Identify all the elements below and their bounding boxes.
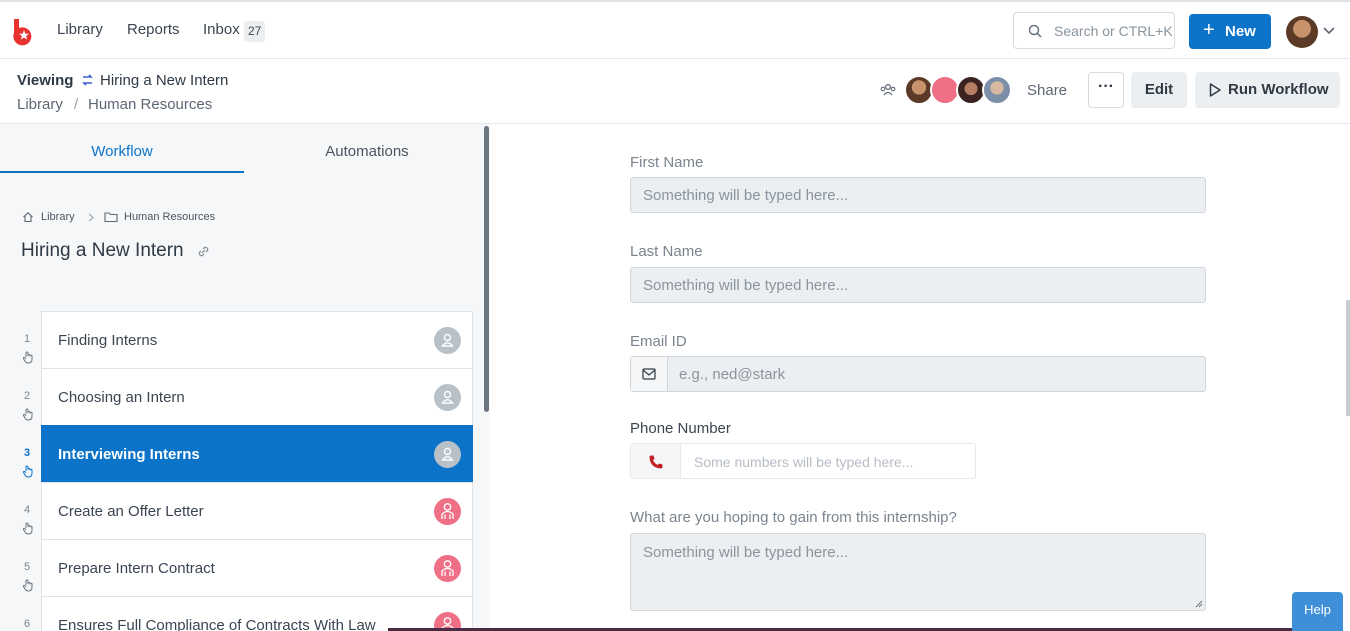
- step-label: Interviewing Interns: [58, 446, 200, 463]
- workflow-header: Viewing Hiring a New Intern Library / Hu…: [0, 59, 1350, 124]
- last-name-placeholder: Something will be typed here...: [643, 277, 849, 294]
- plus-icon: +: [1203, 19, 1215, 41]
- phone-icon: [649, 455, 663, 469]
- step-number: 5: [24, 561, 31, 573]
- edit-button[interactable]: Edit: [1131, 72, 1187, 108]
- hand-icon: [22, 408, 33, 421]
- nav-reports-link[interactable]: Reports: [127, 21, 180, 38]
- hand-icon: [22, 465, 33, 478]
- step-item[interactable]: Ensures Full Compliance of Contracts Wit…: [41, 596, 473, 631]
- link-icon[interactable]: [196, 244, 211, 259]
- breadcrumb-separator: /: [74, 96, 79, 113]
- step-assignee-avatar[interactable]: [434, 327, 461, 354]
- step-item[interactable]: Finding Interns: [41, 311, 473, 368]
- hand-icon: [22, 351, 33, 364]
- step-assignee-avatar[interactable]: [434, 384, 461, 411]
- share-button[interactable]: Share: [1027, 82, 1067, 99]
- workflow-icon: [82, 74, 93, 86]
- run-workflow-button[interactable]: Run Workflow: [1195, 72, 1340, 108]
- step-number: 4: [24, 504, 31, 516]
- home-icon: [23, 212, 33, 223]
- workflow-sidebar: Workflow Automations Library Human Resou…: [0, 124, 490, 631]
- email-label: Email ID: [630, 333, 687, 350]
- more-options-button[interactable]: ···: [1088, 72, 1124, 108]
- panel-breadcrumb-human-resources[interactable]: Human Resources: [124, 211, 215, 223]
- help-button[interactable]: Help: [1292, 592, 1343, 631]
- last-name-field[interactable]: Something will be typed here...: [630, 267, 1206, 303]
- user-avatar[interactable]: [1286, 16, 1318, 48]
- search-box[interactable]: Search or CTRL+K: [1013, 12, 1175, 49]
- group-icon[interactable]: [880, 83, 896, 97]
- internship-goal-placeholder: Something will be typed here...: [643, 544, 849, 561]
- panel-workflow-title: Hiring a New Intern: [21, 240, 184, 261]
- hand-icon: [22, 522, 33, 535]
- chevron-down-icon[interactable]: [1322, 24, 1336, 38]
- envelope-icon: [642, 368, 656, 380]
- step-item[interactable]: Choosing an Intern: [41, 368, 473, 425]
- nav-inbox-link[interactable]: Inbox: [203, 21, 240, 38]
- search-placeholder: Search or CTRL+K: [1054, 23, 1173, 39]
- phone-prefix: [631, 444, 681, 478]
- step-number: 2: [24, 390, 31, 402]
- inbox-count-badge: 27: [244, 21, 266, 42]
- viewing-label: Viewing: [17, 72, 74, 89]
- first-name-label: First Name: [630, 154, 704, 171]
- email-field[interactable]: e.g., ned@stark: [630, 356, 1206, 392]
- tab-automations[interactable]: Automations: [244, 124, 490, 173]
- step-item[interactable]: Prepare Intern Contract: [41, 539, 473, 596]
- sidebar-scrollbar[interactable]: [484, 126, 489, 412]
- new-button[interactable]: + New: [1189, 14, 1271, 49]
- step-item[interactable]: Create an Offer Letter: [41, 482, 473, 539]
- member-avatar[interactable]: [982, 75, 1012, 105]
- internship-goal-textarea[interactable]: Something will be typed here...: [630, 533, 1206, 611]
- search-icon: [1028, 24, 1042, 38]
- step-assignee-avatar[interactable]: [434, 441, 461, 468]
- step-item[interactable]: Interviewing Interns: [41, 425, 473, 482]
- tab-workflow[interactable]: Workflow: [0, 124, 244, 173]
- chevron-right-icon: [88, 213, 94, 222]
- first-name-placeholder: Something will be typed here...: [643, 187, 849, 204]
- phone-field[interactable]: Some numbers will be typed here...: [630, 443, 976, 479]
- step-number: 1: [24, 333, 31, 345]
- workflow-title: Hiring a New Intern: [100, 72, 229, 89]
- hand-icon: [22, 579, 33, 592]
- step-label: Ensures Full Compliance of Contracts Wit…: [58, 617, 376, 631]
- step-label: Choosing an Intern: [58, 389, 185, 406]
- breadcrumb-human-resources[interactable]: Human Resources: [88, 96, 212, 113]
- step-label: Prepare Intern Contract: [58, 560, 215, 577]
- step-number: 3: [24, 447, 31, 459]
- run-workflow-label: Run Workflow: [1228, 81, 1329, 98]
- top-navbar: Library Reports Inbox 27 Search or CTRL+…: [0, 0, 1350, 59]
- app-logo-icon[interactable]: [12, 19, 34, 47]
- resize-handle-icon[interactable]: [1195, 600, 1203, 608]
- step-label: Finding Interns: [58, 332, 158, 349]
- nav-library-link[interactable]: Library: [57, 21, 103, 38]
- internship-goal-label: What are you hoping to gain from this in…: [630, 509, 957, 526]
- panel-breadcrumb-library[interactable]: Library: [41, 211, 75, 223]
- phone-placeholder: Some numbers will be typed here...: [694, 454, 914, 470]
- step-assignee-avatar[interactable]: [434, 555, 461, 582]
- step-list: Finding Interns Choosing an Intern Intervi…: [41, 311, 473, 631]
- phone-label: Phone Number: [630, 420, 731, 437]
- main-scrollbar[interactable]: [1346, 300, 1350, 416]
- folder-icon: [104, 212, 118, 223]
- breadcrumb-library[interactable]: Library: [17, 96, 63, 113]
- first-name-field[interactable]: Something will be typed here...: [630, 177, 1206, 213]
- email-placeholder: e.g., ned@stark: [679, 366, 786, 383]
- step-assignee-avatar[interactable]: [434, 498, 461, 525]
- play-icon: [1209, 83, 1221, 97]
- email-prefix: [631, 357, 668, 391]
- new-button-label: New: [1225, 23, 1256, 40]
- last-name-label: Last Name: [630, 243, 703, 260]
- step-number: 6: [24, 618, 31, 630]
- step-label: Create an Offer Letter: [58, 503, 204, 520]
